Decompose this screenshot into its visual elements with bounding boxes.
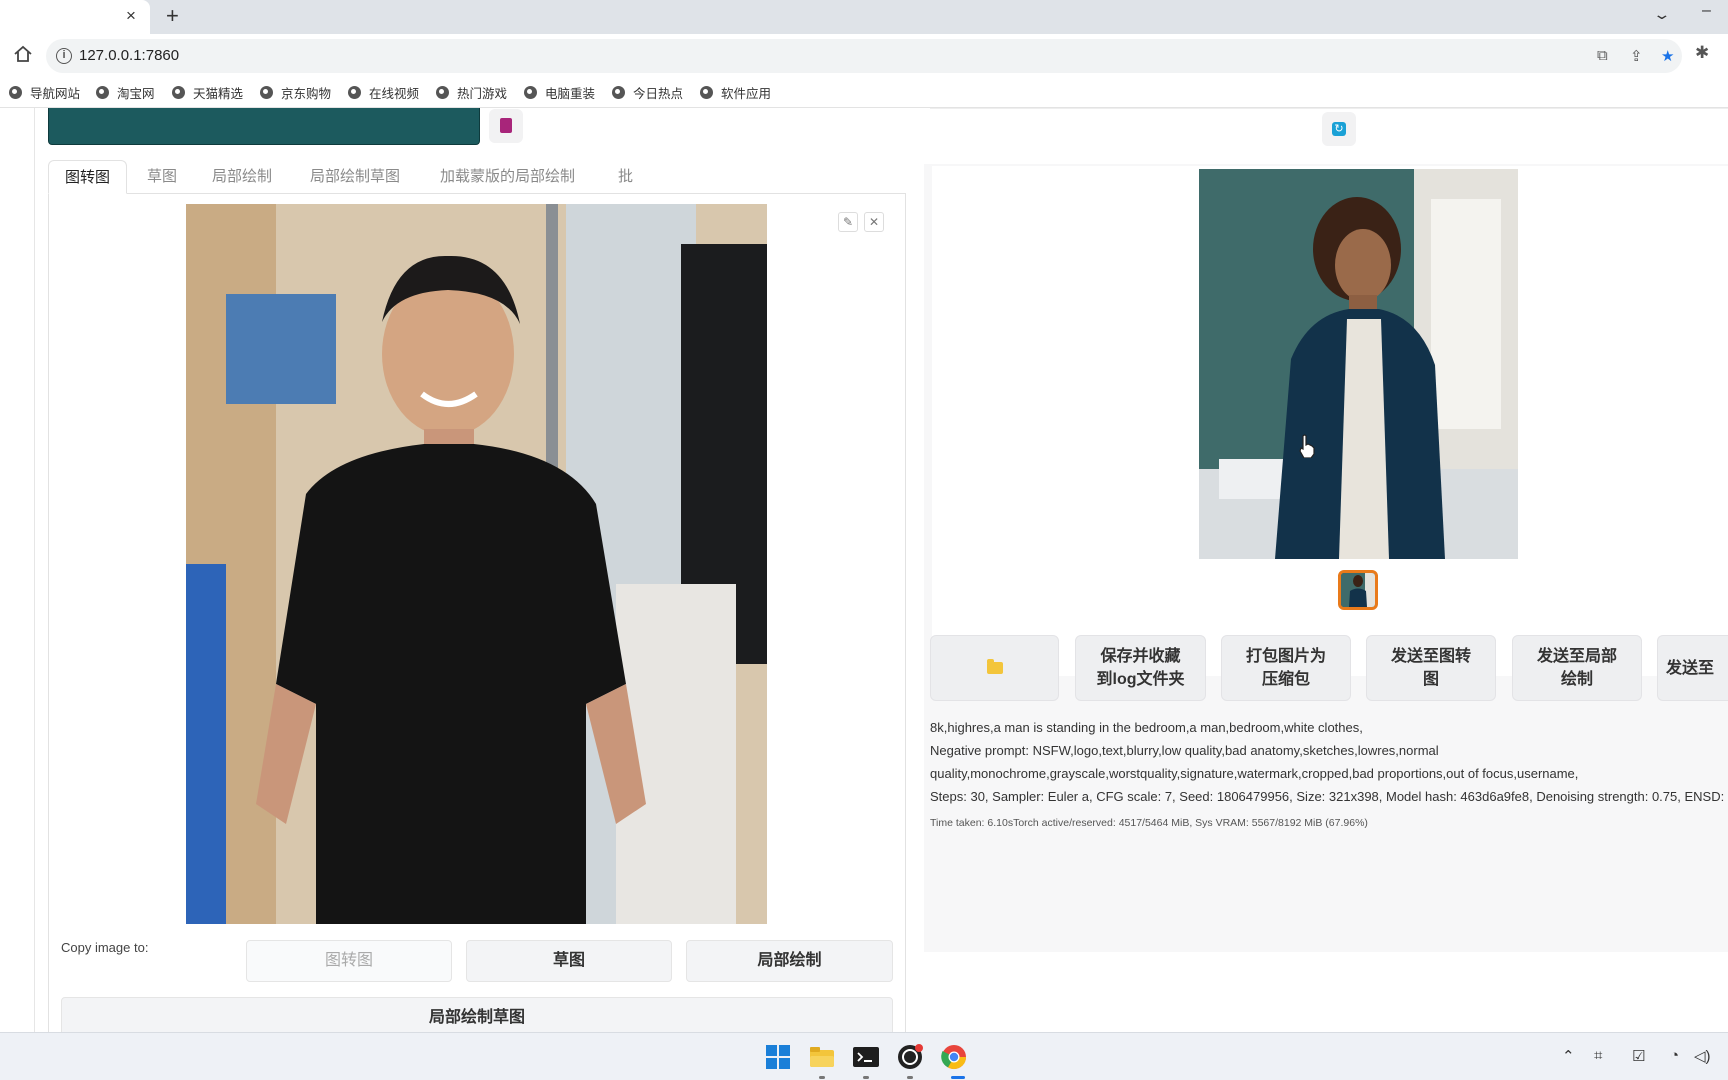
tab-img2img[interactable]: 图转图 bbox=[48, 160, 128, 194]
copy-to-inpaint-button[interactable]: 局部绘制 bbox=[686, 940, 893, 982]
copy-image-label: Copy image to: bbox=[61, 940, 149, 955]
output-photo-graphic bbox=[1199, 169, 1518, 559]
bookmark-item[interactable]: 电脑重装 bbox=[524, 83, 595, 102]
output-image[interactable] bbox=[1199, 169, 1518, 559]
url-text[interactable]: 127.0.0.1:7860 bbox=[79, 47, 179, 64]
img2img-tabs: 图转图 草图 局部绘制 局部绘制草图 加载蒙版的局部绘制 批 bbox=[48, 160, 906, 194]
tab-search-chevron-icon[interactable]: ⌄ bbox=[1652, 6, 1671, 23]
running-indicator bbox=[819, 1076, 825, 1079]
info-icon[interactable]: i bbox=[56, 48, 72, 64]
send-to-img2img-button[interactable]: 发送至图转 图 bbox=[1366, 635, 1496, 701]
windows-start-icon[interactable] bbox=[764, 1043, 792, 1071]
divider bbox=[930, 108, 1728, 109]
star-icon[interactable]: ★ bbox=[1661, 47, 1674, 65]
obs-icon[interactable] bbox=[896, 1043, 924, 1071]
chrome-icon[interactable] bbox=[940, 1043, 968, 1071]
browser-tab[interactable]: × bbox=[0, 0, 150, 34]
bookmark-item[interactable]: 天猫精选 bbox=[172, 83, 243, 102]
bookmark-style-button[interactable] bbox=[489, 109, 523, 143]
negative-prompt-text-cont: quality,monochrome,grayscale,worstqualit… bbox=[930, 766, 1579, 781]
globe-icon bbox=[436, 86, 449, 99]
bookmark-item[interactable]: 今日热点 bbox=[612, 83, 683, 102]
running-indicator bbox=[907, 1076, 913, 1079]
bookmark-item[interactable]: 淘宝网 bbox=[96, 83, 155, 102]
send-to-inpaint-button[interactable]: 发送至局部 绘制 bbox=[1512, 635, 1642, 701]
pencil-icon[interactable]: ✎ bbox=[838, 212, 858, 232]
bookmark-item[interactable]: 在线视频 bbox=[348, 83, 419, 102]
omnibox[interactable]: i 127.0.0.1:7860 ⧉ ⇪ ★ bbox=[46, 39, 1682, 73]
prompt-text: 8k,highres,a man is standing in the bedr… bbox=[930, 720, 1363, 735]
input-photo-graphic bbox=[186, 204, 767, 924]
image-tools: ✎ ✕ bbox=[838, 212, 884, 232]
copy-to-img2img-button[interactable]: 图转图 bbox=[246, 940, 452, 982]
bookmark-item[interactable]: 京东购物 bbox=[260, 83, 331, 102]
thumbnail-graphic bbox=[1341, 573, 1375, 607]
globe-icon bbox=[524, 86, 537, 99]
minimize-icon[interactable]: – bbox=[1702, 2, 1711, 20]
home-icon[interactable] bbox=[12, 43, 34, 65]
close-icon[interactable]: ✕ bbox=[864, 212, 884, 232]
bookmark-item[interactable]: 导航网站 bbox=[9, 83, 80, 102]
globe-icon bbox=[260, 86, 273, 99]
folder-icon bbox=[986, 659, 1003, 674]
hand-cursor-icon bbox=[1299, 434, 1315, 458]
refresh-icon: ↻ bbox=[1332, 122, 1346, 136]
active-indicator bbox=[951, 1076, 965, 1079]
browser-tab-strip: × + ⌄ – bbox=[0, 0, 1728, 34]
address-bar-row: i 127.0.0.1:7860 ⧉ ⇪ ★ ✱ bbox=[0, 34, 1728, 78]
globe-icon bbox=[348, 86, 361, 99]
generation-params-text: Steps: 30, Sampler: Euler a, CFG scale: … bbox=[930, 789, 1728, 804]
tab-sketch[interactable]: 草图 bbox=[131, 160, 193, 194]
close-tab-icon[interactable]: × bbox=[126, 6, 136, 26]
gallery-thumbnail[interactable] bbox=[1338, 570, 1378, 610]
terminal-icon[interactable] bbox=[852, 1043, 880, 1071]
save-to-log-button[interactable]: 保存并收藏 到log文件夹 bbox=[1075, 635, 1206, 701]
tab-inpaint-sketch[interactable]: 局部绘制草图 bbox=[294, 160, 416, 194]
refresh-button[interactable]: ↻ bbox=[1322, 112, 1356, 146]
open-folder-button[interactable] bbox=[930, 635, 1059, 701]
new-tab-icon[interactable]: + bbox=[166, 3, 179, 29]
running-indicator bbox=[863, 1076, 869, 1079]
bookmark-item[interactable]: 热门游戏 bbox=[436, 83, 507, 102]
globe-icon bbox=[612, 86, 625, 99]
globe-icon bbox=[172, 86, 185, 99]
globe-icon bbox=[700, 86, 713, 99]
model-selector-banner[interactable] bbox=[48, 108, 480, 145]
send-to-extras-button[interactable]: 发送至 bbox=[1657, 635, 1728, 701]
bookmarks-bar: 导航网站 淘宝网 天猫精选 京东购物 在线视频 热门游戏 电脑重装 今日热点 软… bbox=[0, 78, 1728, 108]
negative-prompt-text: Negative prompt: NSFW,logo,text,blurry,l… bbox=[930, 743, 1439, 758]
pen-icon[interactable]: ☑ bbox=[1632, 1047, 1645, 1065]
copy-to-inpaint-sketch-button[interactable]: 局部绘制草图 bbox=[61, 997, 893, 1032]
book-icon bbox=[500, 118, 512, 133]
time-taken-text: Time taken: 6.10sTorch active/reserved: … bbox=[930, 817, 1368, 829]
tab-inpaint-upload[interactable]: 加载蒙版的局部绘制 bbox=[424, 160, 591, 194]
bookmark-item[interactable]: 软件应用 bbox=[700, 83, 771, 102]
tray-chevron-icon[interactable]: ⌃ bbox=[1562, 1047, 1575, 1065]
copy-to-sketch-button[interactable]: 草图 bbox=[466, 940, 672, 982]
taskbar: ⌃ ⌗ ☑ ◔ ◁) bbox=[0, 1032, 1728, 1080]
tab-inpaint[interactable]: 局部绘制 bbox=[196, 160, 288, 194]
volume-icon[interactable]: ◁) bbox=[1694, 1047, 1711, 1065]
puzzle-icon[interactable]: ✱ bbox=[1695, 43, 1709, 63]
tab-batch[interactable]: 批 bbox=[602, 160, 649, 194]
webui-page: ↻ 图转图 草图 局部绘制 局部绘制草图 加载蒙版的局部绘制 批 ✎ ✕ Cop… bbox=[0, 108, 1728, 1032]
input-method-icon[interactable]: ⌗ bbox=[1594, 1047, 1602, 1064]
zip-images-button[interactable]: 打包图片为 压缩包 bbox=[1221, 635, 1351, 701]
file-explorer-icon[interactable] bbox=[808, 1043, 836, 1071]
wifi-icon[interactable]: ◔ bbox=[1670, 1047, 1679, 1064]
input-image[interactable] bbox=[186, 204, 767, 924]
translate-icon[interactable]: ⧉ bbox=[1597, 47, 1608, 64]
globe-icon bbox=[96, 86, 109, 99]
globe-icon bbox=[9, 86, 22, 99]
share-icon[interactable]: ⇪ bbox=[1630, 47, 1643, 65]
page-divider bbox=[34, 108, 35, 1032]
